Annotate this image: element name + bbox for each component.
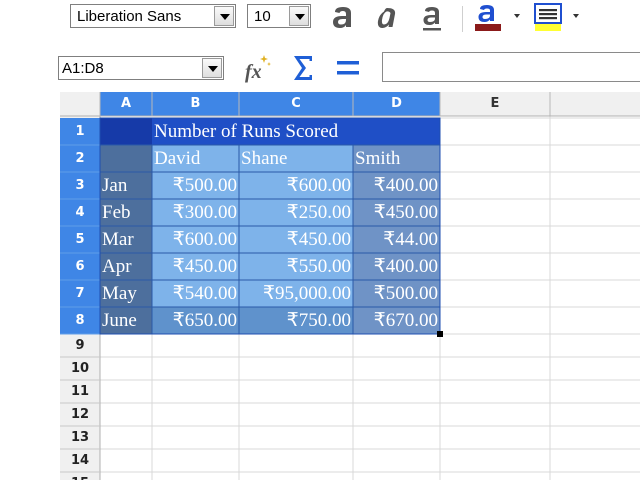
function-wizard-icon[interactable]: fx [242,52,274,84]
cell-a1-fill [100,118,152,145]
cell-c4[interactable]: ₹250.00 [239,199,353,226]
formula-input[interactable] [382,52,640,82]
row-header-3[interactable]: 3 [60,172,100,199]
cell-c2[interactable]: Shane [239,145,289,172]
cell-d4[interactable]: ₹450.00 [353,199,440,226]
font-name-dropdown-icon[interactable] [214,6,234,26]
cell-b1-title[interactable]: Number of Runs Scored [152,118,340,145]
cell-c8[interactable]: ₹750.00 [239,307,353,334]
font-size-dropdown-icon[interactable] [289,6,309,26]
cell-b3[interactable]: ₹500.00 [152,172,239,199]
row-header-12[interactable]: 12 [60,403,100,426]
cell-b6[interactable]: ₹450.00 [152,253,239,280]
name-box[interactable]: A1:D8 [58,56,224,80]
function-icon[interactable] [334,52,362,84]
cell-d7[interactable]: ₹500.00 [353,280,440,307]
column-header-a[interactable]: A [100,94,152,114]
row-header-5[interactable]: 5 [60,226,100,253]
font-color-dropdown-icon[interactable] [514,14,520,18]
cell-d3[interactable]: ₹400.00 [353,172,440,199]
name-box-dropdown-icon[interactable] [202,58,222,78]
column-header-e[interactable]: E [440,94,550,114]
cell-a8[interactable]: June [100,307,139,334]
row-header-15[interactable]: 15 [60,472,100,480]
cell-c7[interactable]: ₹95,000.00 [239,280,353,307]
row-header-9[interactable]: 9 [60,334,100,357]
spreadsheet-grid: A B C D E 1 2 3 4 5 6 7 8 9 10 11 12 13 … [60,92,640,480]
cell-b5[interactable]: ₹600.00 [152,226,239,253]
row-header-10[interactable]: 10 [60,357,100,380]
cell-a2-fill [100,145,152,172]
cell-a6[interactable]: Apr [100,253,134,280]
cell-c5[interactable]: ₹450.00 [239,226,353,253]
sum-icon[interactable] [290,52,316,84]
svg-text:fx: fx [245,61,262,83]
highlight-dropdown-icon[interactable] [573,14,579,18]
cell-b2[interactable]: David [152,145,202,172]
row-header-11[interactable]: 11 [60,380,100,403]
name-box-value: A1:D8 [62,60,104,77]
cell-b7[interactable]: ₹540.00 [152,280,239,307]
column-header-b[interactable]: B [152,94,239,114]
cell-c3[interactable]: ₹600.00 [239,172,353,199]
bold-icon[interactable] [328,0,358,36]
column-header-d[interactable]: D [353,94,440,114]
cell-d6[interactable]: ₹400.00 [353,253,440,280]
cell-c6[interactable]: ₹550.00 [239,253,353,280]
row-header-13[interactable]: 13 [60,426,100,449]
underline-icon[interactable] [417,0,447,36]
row-header-4[interactable]: 4 [60,199,100,226]
cell-d8[interactable]: ₹670.00 [353,307,440,334]
cell-d2[interactable]: Smith [353,145,402,172]
italic-icon[interactable] [372,0,402,36]
cell-b8[interactable]: ₹650.00 [152,307,239,334]
highlight-color-icon[interactable] [530,0,566,36]
formula-bar: A1:D8 fx [0,48,640,88]
cell-b4[interactable]: ₹300.00 [152,199,239,226]
cell-a4[interactable]: Feb [100,199,133,226]
column-header-c[interactable]: C [239,94,353,114]
row-header-14[interactable]: 14 [60,449,100,472]
font-name-box[interactable]: Liberation Sans [70,4,236,28]
row-header-7[interactable]: 7 [60,280,100,307]
font-size-box[interactable]: 10 [247,4,311,28]
row-header-8[interactable]: 8 [60,307,100,334]
row-header-6[interactable]: 6 [60,253,100,280]
row-header-1[interactable]: 1 [60,118,100,145]
toolbar-separator [462,6,463,32]
row-header-2[interactable]: 2 [60,145,100,172]
formatting-toolbar: Liberation Sans 10 [0,0,640,38]
cell-a3[interactable]: Jan [100,172,129,199]
font-color-icon[interactable] [470,0,506,36]
cell-a5[interactable]: Mar [100,226,136,253]
font-name-value: Liberation Sans [77,8,182,25]
cell-a7[interactable]: May [100,280,139,307]
font-size-value: 10 [254,8,271,25]
cell-d5[interactable]: ₹44.00 [353,226,440,253]
